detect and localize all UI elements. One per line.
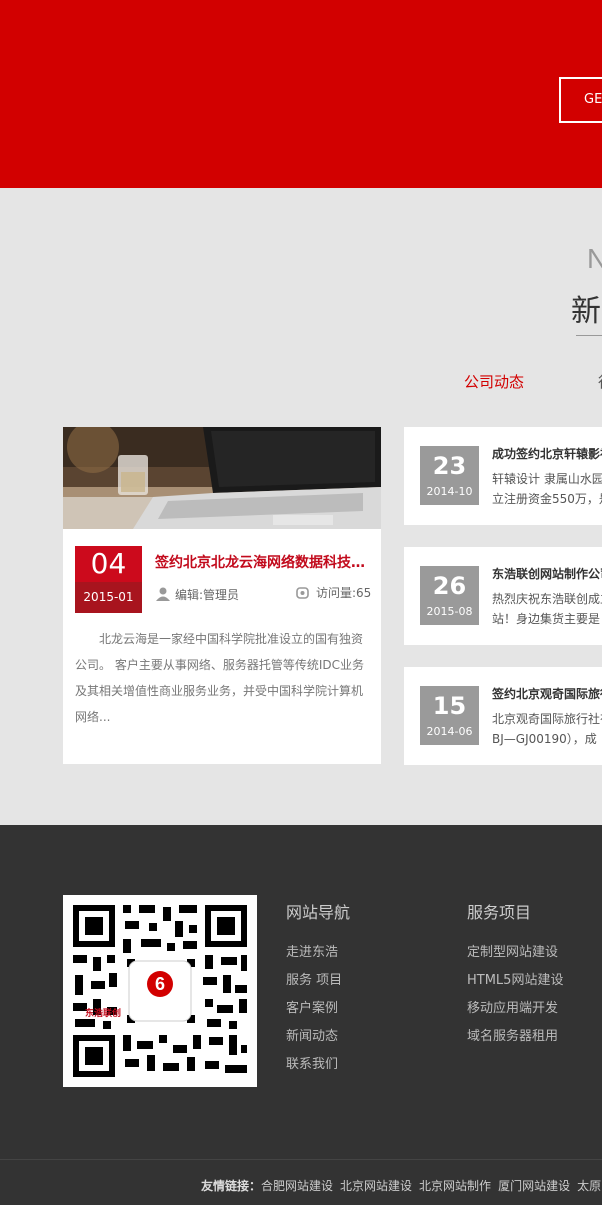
item-day: 23 — [432, 452, 467, 480]
featured-year-month: 2015-01 — [75, 582, 142, 613]
item-day: 26 — [432, 572, 467, 600]
item-date: 26 2015-08 — [420, 566, 479, 625]
item-year-month: 2014-06 — [426, 725, 473, 738]
footer-nav-link[interactable]: 新闻动态 — [286, 1025, 338, 1044]
user-icon — [156, 586, 170, 605]
news-section: N 新 公司动态 行 — [0, 188, 602, 825]
friend-link[interactable]: 北京网站建设 — [340, 1179, 412, 1193]
friend-links-label: 友情链接： — [201, 1179, 262, 1193]
featured-date: 04 2015-01 — [75, 546, 142, 613]
item-description: 轩辕设计 隶属山水园 立注册资金550万，是 — [492, 469, 602, 509]
section-heading: 新 — [571, 294, 601, 329]
news-list-item[interactable]: 26 2015-08 东浩联创网站制作公司 热烈庆祝东浩联创成立 站！身边集货主… — [404, 547, 602, 645]
featured-description: 北龙云海是一家经中国科学院批准设立的国有独资公司。 客户主要从事网络、服务器托管… — [75, 632, 364, 724]
featured-day: 04 — [75, 546, 142, 582]
svg-text:6: 6 — [155, 974, 165, 994]
featured-views: 访问量:65 — [316, 586, 372, 600]
friend-links: 友情链接：合肥网站建设 北京网站建设 北京网站制作 厦门网站建设 太原 — [201, 1177, 602, 1194]
footer-service-link[interactable]: 移动应用端开发 — [467, 997, 558, 1016]
views-icon — [296, 585, 309, 604]
item-desc-line: 热烈庆祝东浩联创成立 — [492, 592, 602, 606]
footer-nav-title: 网站导航 — [286, 903, 351, 922]
item-year-month: 2014-10 — [426, 485, 473, 498]
hero-banner: GE — [0, 0, 602, 188]
footer-service-link[interactable]: 域名服务器租用 — [467, 1025, 558, 1044]
item-day: 15 — [432, 692, 467, 720]
qr-code: 6 — [63, 895, 257, 1087]
friend-link[interactable]: 厦门网站建设 — [498, 1179, 570, 1193]
news-list-item[interactable]: 15 2014-06 签约北京观奇国际旅行 北京观奇国际旅行社有 BJ—GJ00… — [404, 667, 602, 765]
footer-nav-link[interactable]: 联系我们 — [286, 1053, 338, 1072]
item-description: 热烈庆祝东浩联创成立 站！身边集货主要是 — [492, 589, 602, 629]
item-title[interactable]: 签约北京观奇国际旅行 — [492, 685, 602, 702]
tab-company-news[interactable]: 公司动态 — [464, 371, 524, 392]
hero-button[interactable]: GE — [559, 77, 602, 123]
featured-news-card[interactable]: 04 2015-01 签约北京北龙云海网络数据科技有限公司 编辑:管理员 访问量… — [63, 427, 381, 764]
heading-divider — [576, 335, 602, 336]
news-list-item[interactable]: 23 2014-10 成功签约北京轩辕影视 轩辕设计 隶属山水园 立注册资金55… — [404, 427, 602, 525]
footer-nav-link[interactable]: 客户案例 — [286, 997, 338, 1016]
section-heading-en: N — [587, 243, 602, 274]
item-desc-line: 立注册资金550万，是 — [492, 492, 602, 506]
footer-service-link[interactable]: 定制型网站建设 — [467, 941, 558, 960]
footer-nav-link[interactable]: 服务 项目 — [286, 969, 342, 988]
friend-link[interactable]: 北京网站制作 — [419, 1179, 491, 1193]
friend-link[interactable]: 合肥网站建设 — [261, 1179, 333, 1193]
featured-editor: 编辑:管理员 — [175, 588, 240, 602]
footer-service-title: 服务项目 — [467, 903, 532, 922]
footer-service-link[interactable]: HTML5网站建设 — [467, 969, 563, 988]
item-year-month: 2015-08 — [426, 605, 473, 618]
item-desc-line: 站！身边集货主要是 — [492, 612, 601, 626]
laptop-photo — [63, 427, 381, 529]
footer-divider — [0, 1159, 602, 1160]
item-date: 15 2014-06 — [420, 686, 479, 745]
footer: 6 东浩联创 网站导航 走进东浩 服务 项目 客户案例 新闻动态 联系我们 服务… — [0, 825, 602, 1205]
tab-industry-news[interactable]: 行 — [598, 371, 602, 392]
item-title[interactable]: 东浩联创网站制作公司 — [492, 565, 602, 582]
featured-title[interactable]: 签约北京北龙云海网络数据科技有限公司 — [155, 552, 370, 572]
item-desc-line: 北京观奇国际旅行社有 — [492, 712, 602, 726]
friend-link[interactable]: 太原 — [577, 1179, 601, 1193]
footer-nav-link[interactable]: 走进东浩 — [286, 941, 338, 960]
item-desc-line: BJ—GJ00190），成 — [492, 732, 597, 746]
qr-logo-text: 东浩联创 — [84, 1009, 121, 1019]
item-description: 北京观奇国际旅行社有 BJ—GJ00190），成 — [492, 709, 602, 749]
item-date: 23 2014-10 — [420, 446, 479, 505]
item-desc-line: 轩辕设计 隶属山水园 — [492, 472, 602, 486]
item-title[interactable]: 成功签约北京轩辕影视 — [492, 445, 602, 462]
